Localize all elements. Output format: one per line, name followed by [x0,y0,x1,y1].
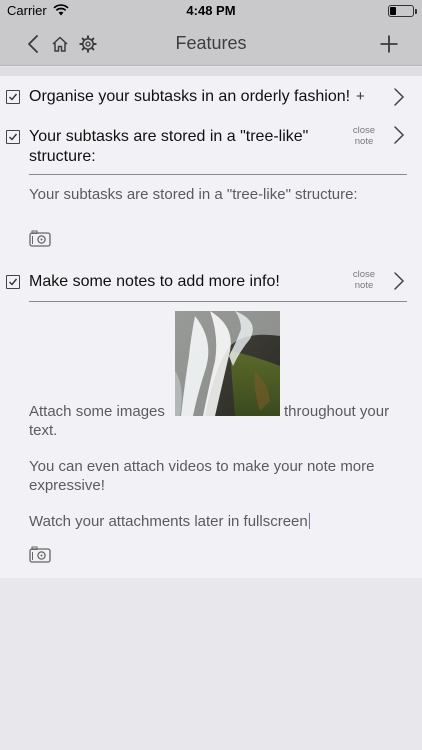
waterfall-image-attachment[interactable] [175,311,280,416]
divider [29,174,407,175]
task-row[interactable]: Organise your subtasks in an orderly fas… [0,86,422,110]
empty-background [0,578,422,750]
checkbox-checked-icon[interactable] [6,90,20,104]
note-text[interactable]: text. [29,421,409,440]
divider [29,301,407,302]
status-bar: Carrier 4:48 PM [0,0,422,22]
checkbox-checked-icon[interactable] [6,275,20,289]
note-text[interactable]: You can even attach videos to make your … [29,457,399,495]
checkbox-checked-icon[interactable] [6,130,20,144]
close-note-button[interactable]: close note [346,125,382,147]
camera-icon[interactable] [29,230,51,247]
task-title[interactable]: Your subtasks are stored in a "tree-like… [29,127,329,167]
clock-time: 4:48 PM [186,3,236,18]
add-button[interactable] [377,22,401,66]
task-row: Your subtasks are stored in a "tree-like… [0,125,422,256]
camera-icon[interactable] [29,546,51,563]
text-cursor [308,513,310,529]
note-text[interactable]: Watch your attachments later in fullscre… [29,512,409,531]
note-text[interactable]: throughout your [284,402,414,421]
battery-icon [388,5,417,17]
chevron-right-icon[interactable] [392,125,406,145]
plus-icon [380,35,398,53]
page-title: Features [175,33,247,53]
task-title[interactable]: Organise your subtasks in an orderly fas… [29,87,350,107]
chevron-right-icon[interactable] [392,87,406,107]
header-divider-strip [0,67,422,76]
close-note-button[interactable]: close note [346,269,382,291]
note-text[interactable]: Attach some images [29,402,179,421]
note-text[interactable]: Your subtasks are stored in a "tree-like… [29,185,409,204]
navigation-bar: Features [0,22,422,66]
chevron-right-icon[interactable] [392,271,406,291]
add-subtask-button[interactable]: + [356,88,365,105]
task-title[interactable]: Make some notes to add more info! [29,272,280,292]
